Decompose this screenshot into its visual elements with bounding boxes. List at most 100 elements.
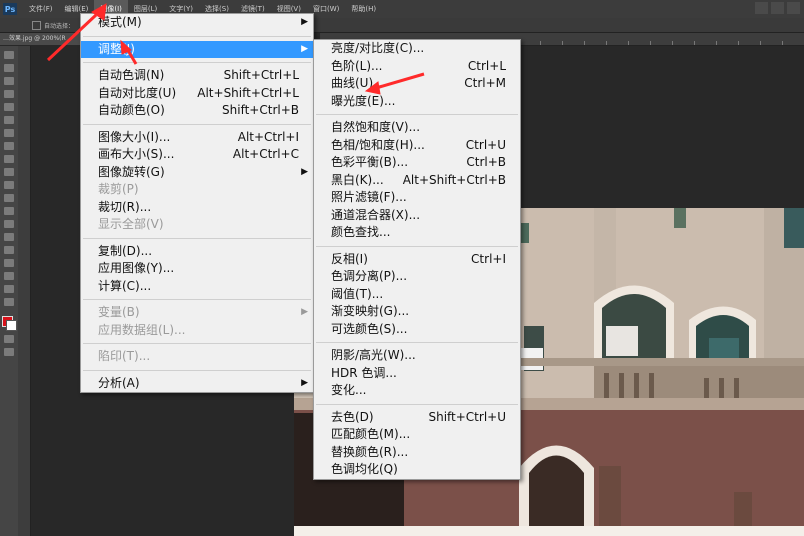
image-menu-item-6[interactable]: 自动颜色(O) Shift+Ctrl+B xyxy=(81,102,313,120)
submenu-arrow-icon: ▶ xyxy=(301,307,308,317)
adjust-menu-item-10[interactable]: 通道混合器(X)... xyxy=(314,207,520,225)
adjust-menu-item-8[interactable]: 黑白(K)... Alt+Shift+Ctrl+B xyxy=(314,172,520,190)
crop-tool-icon[interactable] xyxy=(4,103,14,111)
submenu-arrow-icon: ▶ xyxy=(301,17,308,27)
menu-item-shortcut: Ctrl+I xyxy=(471,251,506,266)
maximize-icon[interactable] xyxy=(771,2,784,14)
image-menu-item-12[interactable]: 裁切(R)... xyxy=(81,199,313,217)
image-menu-item-17[interactable]: 计算(C)... xyxy=(81,278,313,296)
menu-item-label: 反相(I) xyxy=(331,251,368,266)
menu-item-shortcut: Alt+Ctrl+C xyxy=(232,147,299,161)
menu-item-label: 亮度/对比度(C)... xyxy=(331,41,425,55)
image-menu-item-24[interactable]: 分析(A) ▶ xyxy=(81,375,313,393)
quick-select-tool-icon[interactable] xyxy=(4,90,14,98)
adjust-menu-item-11[interactable]: 颜色查找... xyxy=(314,224,520,242)
menu-item-shortcut: Shift+Ctrl+U xyxy=(428,409,506,424)
menu-item-shortcut: Ctrl+L xyxy=(467,58,506,73)
brush-tool-icon[interactable] xyxy=(4,142,14,150)
menu-separator xyxy=(316,114,518,115)
image-menu-item-9[interactable]: 画布大小(S)... Alt+Ctrl+C xyxy=(81,146,313,164)
image-menu-item-13: 显示全部(V) xyxy=(81,216,313,234)
quick-mask-icon[interactable] xyxy=(4,335,14,343)
adjust-menu-item-15[interactable]: 阈值(T)... xyxy=(314,286,520,304)
image-menu-item-8[interactable]: 图像大小(I)... Alt+Ctrl+I xyxy=(81,129,313,147)
adjustments-submenu: 亮度/对比度(C)... 色阶(L)... Ctrl+L 曲线(U)... Ctrl+M… xyxy=(313,39,521,480)
adjust-menu-item-1[interactable]: 色阶(L)... Ctrl+L xyxy=(314,58,520,76)
color-swatches[interactable] xyxy=(2,316,17,331)
menu-9[interactable]: 帮助(H) xyxy=(345,0,382,18)
lasso-tool-icon[interactable] xyxy=(4,77,14,85)
menu-separator xyxy=(83,62,311,63)
adjust-menu-item-23[interactable]: 去色(D) Shift+Ctrl+U xyxy=(314,409,520,427)
menu-0[interactable]: 文件(F) xyxy=(23,0,59,18)
adjust-menu-item-7[interactable]: 色彩平衡(B)... Ctrl+B xyxy=(314,154,520,172)
adjust-menu-item-9[interactable]: 照片滤镜(F)... xyxy=(314,189,520,207)
adjust-menu-item-3[interactable]: 曝光度(E)... xyxy=(314,93,520,111)
gradient-tool-icon[interactable] xyxy=(4,194,14,202)
adjust-menu-item-21[interactable]: 变化... xyxy=(314,382,520,400)
adjust-menu-item-5[interactable]: 自然饱和度(V)... xyxy=(314,119,520,137)
type-tool-icon[interactable] xyxy=(4,246,14,254)
menu-item-label: 显示全部(V) xyxy=(98,217,164,231)
shape-tool-icon[interactable] xyxy=(4,272,14,280)
image-menu-item-16[interactable]: 应用图像(Y)... xyxy=(81,260,313,278)
image-menu-item-2[interactable]: 调整(J) ▶ xyxy=(81,40,313,58)
image-menu-item-5[interactable]: 自动对比度(U) Alt+Shift+Ctrl+L xyxy=(81,85,313,103)
history-brush-tool-icon[interactable] xyxy=(4,168,14,176)
menu-item-shortcut: Ctrl+U xyxy=(465,137,506,152)
adjust-menu-item-26[interactable]: 色调均化(Q) xyxy=(314,461,520,479)
path-selection-tool-icon[interactable] xyxy=(4,259,14,267)
window-controls xyxy=(755,2,800,14)
adjust-menu-item-16[interactable]: 渐变映射(G)... xyxy=(314,303,520,321)
menu-item-label: 陷印(T)... xyxy=(98,349,151,363)
adjust-menu-item-13[interactable]: 反相(I) Ctrl+I xyxy=(314,251,520,269)
auto-select-checkbox[interactable] xyxy=(32,20,41,30)
eraser-tool-icon[interactable] xyxy=(4,181,14,189)
blur-tool-icon[interactable] xyxy=(4,207,14,215)
screen-mode-icon[interactable] xyxy=(4,348,14,356)
document-tab[interactable]: …效果.jpg @ 200%(R xyxy=(0,33,88,45)
menu-item-label: 通道混合器(X)... xyxy=(331,207,421,222)
adjust-menu-item-19[interactable]: 阴影/高光(W)... xyxy=(314,347,520,365)
image-menu-item-10[interactable]: 图像旋转(G) ▶ xyxy=(81,164,313,182)
image-menu-item-15[interactable]: 复制(D)... xyxy=(81,243,313,261)
menu-item-label: 自动颜色(O) xyxy=(98,103,165,117)
adjust-menu-item-2[interactable]: 曲线(U)... Ctrl+M xyxy=(314,75,520,93)
adjust-menu-item-0[interactable]: 亮度/对比度(C)... xyxy=(314,40,520,58)
menu-item-label: 曝光度(E)... xyxy=(331,93,396,108)
adjust-menu-item-25[interactable]: 替换颜色(R)... xyxy=(314,444,520,462)
menu-item-label: 自然饱和度(V)... xyxy=(331,120,421,134)
menu-separator xyxy=(83,369,311,371)
adjust-menu-item-24[interactable]: 匹配颜色(M)... xyxy=(314,426,520,444)
image-menu: 模式(M) ▶ 调整(J) ▶ 自动色调(N) Shift+Ctrl+L 自动对比度(U) A… xyxy=(80,13,314,393)
submenu-arrow-icon: ▶ xyxy=(301,166,308,177)
adjust-menu-item-20[interactable]: HDR 色调... xyxy=(314,365,520,383)
menu-item-label: 图像大小(I)... xyxy=(98,129,171,144)
menu-item-label: 分析(A) xyxy=(98,375,140,390)
image-menu-item-4[interactable]: 自动色调(N) Shift+Ctrl+L xyxy=(81,67,313,85)
menu-item-shortcut: Shift+Ctrl+L xyxy=(223,68,299,82)
menu-item-label: 可选颜色(S)... xyxy=(331,321,408,336)
minimize-icon[interactable] xyxy=(755,2,768,14)
pen-tool-icon[interactable] xyxy=(4,233,14,241)
photoshop-logo: Ps xyxy=(3,3,17,15)
adjust-menu-item-17[interactable]: 可选颜色(S)... xyxy=(314,321,520,339)
marquee-tool-icon[interactable] xyxy=(4,64,14,72)
submenu-arrow-icon: ▶ xyxy=(301,43,308,54)
eyedropper-tool-icon[interactable] xyxy=(4,116,14,124)
image-menu-item-0[interactable]: 模式(M) ▶ xyxy=(81,14,313,32)
clone-stamp-tool-icon[interactable] xyxy=(4,155,14,163)
adjust-menu-item-14[interactable]: 色调分离(P)... xyxy=(314,268,520,286)
menu-item-shortcut: Alt+Shift+Ctrl+L xyxy=(197,85,299,100)
dodge-tool-icon[interactable] xyxy=(4,220,14,228)
healing-brush-tool-icon[interactable] xyxy=(4,129,14,137)
hand-tool-icon[interactable] xyxy=(4,285,14,293)
move-tool-icon[interactable] xyxy=(4,51,14,59)
zoom-tool-icon[interactable] xyxy=(4,298,14,306)
menu-item-label: 替换颜色(R)... xyxy=(331,444,409,459)
close-icon[interactable] xyxy=(787,2,800,14)
menu-item-label: 自动对比度(U) xyxy=(98,85,177,100)
menu-item-label: 调整(J) xyxy=(98,41,135,56)
background-color-swatch[interactable] xyxy=(6,320,17,331)
adjust-menu-item-6[interactable]: 色相/饱和度(H)... Ctrl+U xyxy=(314,137,520,155)
